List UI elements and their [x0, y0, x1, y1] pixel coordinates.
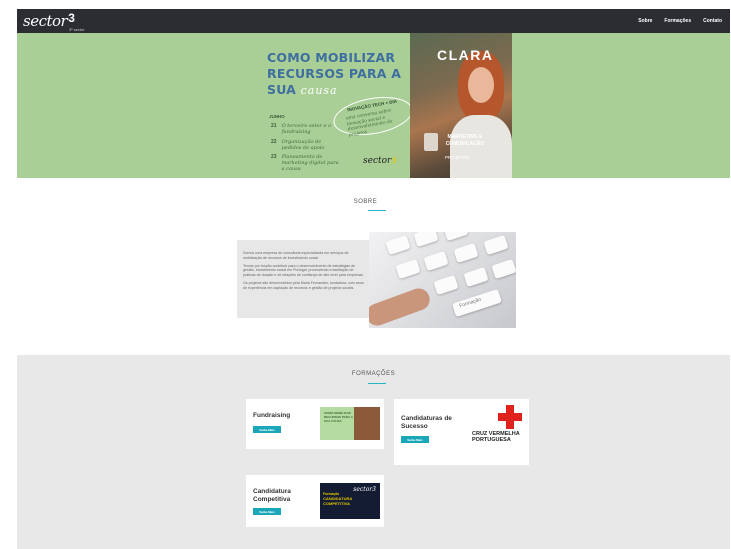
hero-date-text: Planeamento de marketing digital para a …	[281, 154, 339, 172]
course-card-candidaturas[interactable]: Candidaturas de Sucesso Saiba Mais CRUZ …	[394, 399, 529, 465]
sobre-paragraph: Somos uma empresa de consultoria especia…	[243, 251, 349, 260]
course-button[interactable]: Saiba Mais	[253, 426, 281, 433]
thumbnail-big-text: CANDIDATURA COMPETITIVA	[323, 496, 353, 506]
hero-date-text: Organização de pedidos de apoio	[281, 139, 325, 151]
logo-sub: 3º sector	[68, 26, 85, 32]
red-cross-horizontal	[498, 413, 522, 421]
hero-date-row: 22 Organização de pedidos de apoio	[271, 139, 342, 151]
course-thumbnail: COMO MOBILIZAR RECURSOS PARA A SUA CAUSA	[320, 407, 380, 440]
formacoes-divider	[368, 383, 386, 384]
keyboard-key	[463, 266, 489, 288]
hero-month: JUNHO	[269, 114, 285, 119]
hero-title-line1: COMO MOBILIZAR	[267, 50, 396, 65]
nav-link-sobre[interactable]: Sobre	[638, 18, 652, 24]
thumbnail-logo-icon: sector3	[353, 486, 376, 493]
course-button[interactable]: Saiba Mais	[253, 508, 281, 515]
course-card-candidatura-competitiva[interactable]: Candidatura Competitiva Saiba Mais secto…	[246, 475, 384, 527]
keyboard-finger	[369, 285, 433, 328]
course-thumbnail: sector3 Formação CANDIDATURA COMPETITIVA	[320, 483, 380, 519]
nav-link-contato[interactable]: Contato	[703, 18, 722, 24]
course-button[interactable]: Saiba Mais	[401, 436, 429, 443]
sobre-divider	[368, 210, 386, 211]
keyboard-key	[433, 274, 459, 296]
hero-title-causa: causa	[300, 84, 338, 97]
sobre-paragraph: Temos por função contribuir para o desen…	[243, 263, 364, 278]
course-title: Fundraising	[253, 412, 291, 419]
hero-photo-name: CLARA	[437, 47, 494, 63]
course-thumbnail-text: COMO MOBILIZAR RECURSOS PARA A SUA CAUSA	[324, 411, 353, 423]
hero-photo-caption: MARKETING E COMUNICAÇÃO	[445, 134, 485, 147]
hero-title-line2: RECURSOS PARA A	[267, 66, 402, 81]
hero-date-row: 23 Planeamento de marketing digital para…	[271, 154, 342, 172]
hero-title-line3: SUA causa	[267, 82, 417, 99]
logo-number: 3	[68, 10, 75, 25]
keyboard-key	[395, 258, 421, 280]
keyboard-key	[413, 232, 439, 248]
page: sector 3 3º sector Sobre Formações Conta…	[0, 0, 731, 549]
hero-mini-logo-text: sector	[363, 156, 392, 166]
hero-banner[interactable]: COMO MOBILIZAR RECURSOS PARA A SUA causa…	[17, 33, 730, 178]
course-thumbnail-photo	[354, 407, 380, 440]
course-title: Candidatura Competitiva	[253, 488, 291, 503]
sobre-heading: SOBRE	[353, 199, 378, 205]
logo-text: sector	[23, 11, 68, 30]
hero-date-text: O terceiro setor e o fundraising	[281, 123, 332, 135]
top-nav: sector 3 3º sector Sobre Formações Conta…	[17, 9, 730, 33]
red-cross-icon	[498, 405, 522, 429]
sobre-card: Somos uma empresa de consultoria especia…	[237, 240, 373, 318]
formacoes-section: FORMAÇÕES Fundraising Saiba Mais COMO MO…	[17, 355, 730, 549]
hero-title-sua: SUA	[267, 82, 297, 97]
keyboard-key	[443, 232, 469, 242]
hero-photo-sub: PROJETOS	[445, 155, 470, 160]
hero-date-row: 21 O terceiro setor e o fundraising	[271, 123, 342, 135]
hero-date-day: 23	[271, 154, 277, 160]
course-card-fundraising[interactable]: Fundraising Saiba Mais COMO MOBILIZAR RE…	[246, 399, 384, 449]
hero-title: COMO MOBILIZAR RECURSOS PARA A SUA causa	[267, 50, 417, 99]
photo-face	[468, 67, 494, 103]
keyboard-key	[453, 242, 479, 264]
partner-name: CRUZ VERMELHA PORTUGUESA	[472, 431, 520, 443]
hero-date-day: 21	[271, 123, 277, 129]
keyboard-key	[423, 250, 449, 272]
keyboard-key	[385, 234, 411, 256]
keyboard-key	[483, 234, 509, 256]
hero-mini-logo-number: 3	[391, 156, 397, 165]
sobre-keyboard-image: Formação	[369, 232, 516, 328]
hero-logo-icon: sector3	[363, 156, 396, 166]
keyboard-key	[491, 258, 516, 280]
hero-date-day: 22	[271, 139, 277, 145]
formacoes-heading: FORMAÇÕES	[351, 371, 396, 377]
nav-link-formacoes[interactable]: Formações	[664, 18, 691, 24]
nav-links: Sobre Formações Contato	[638, 18, 722, 24]
logo-icon[interactable]: sector 3 3º sector	[23, 10, 85, 32]
sobre-paragraph: Os projetos são desenvolvidos pela Maria…	[243, 280, 364, 290]
course-title: Candidaturas de Sucesso	[401, 415, 452, 430]
